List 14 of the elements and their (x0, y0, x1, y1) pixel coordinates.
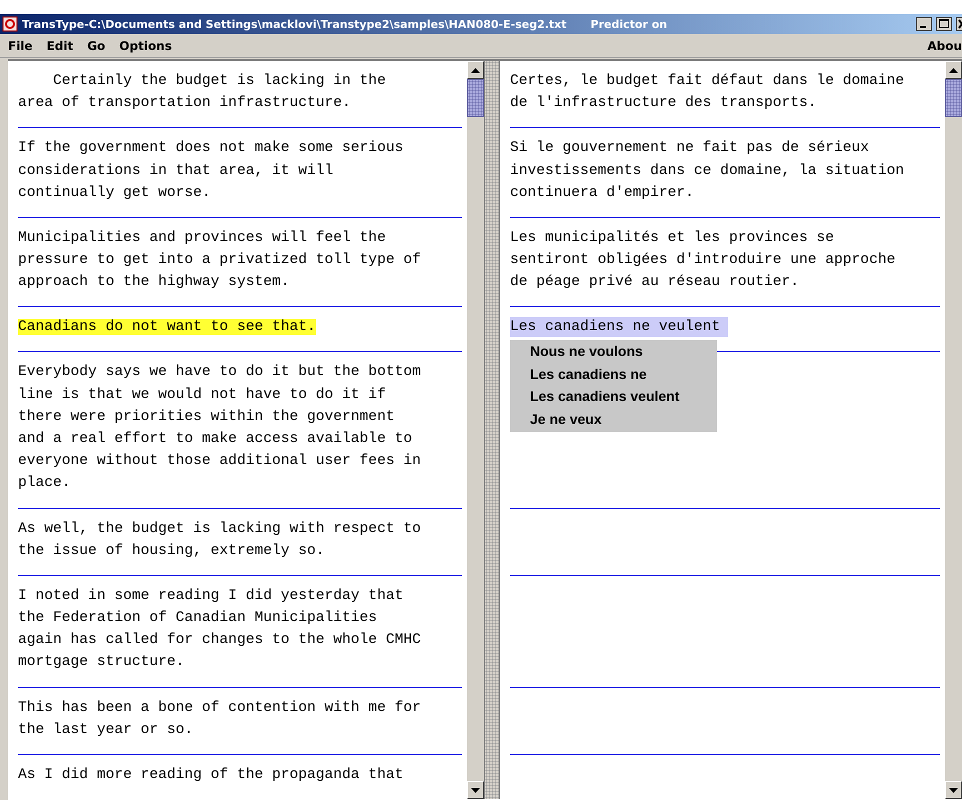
source-text: If the government does not make some serious considerations in that area, it will continually get worse. (18, 140, 404, 201)
source-text: I noted in some reading I did yesterday that the Federation of Canadian Municipalities again has called for changes to the whole CMHC mortgage structure. (18, 588, 422, 670)
source-text: As well, the budget is lacking with respect to the issue of housing, extremely so. (18, 520, 422, 559)
window-title: TransType-C:\Documents and Settings\macklovi\Transtype2\samples\HAN080-E-seg2.txt (22, 18, 567, 30)
source-text: This has been a bone of contention with me for the last year or so. (18, 700, 422, 738)
source-text: Canadians do not want to see that. (18, 319, 316, 336)
predictor-status: Predictor on (590, 18, 668, 30)
source-text: Everybody says we have to do it but the bottom line is that we would not have to do it if there were priorities within the government and a real effort to make access available to everyone without those additional user fees in place. (18, 364, 422, 492)
target-text: Si le gouvernement ne fait pas de sérieux investissements dans ce domaine, la situation continuera d'empirer. (510, 140, 906, 201)
source-text: Certainly the budget is lacking in the area of transportation infrastructure. (18, 73, 387, 112)
source-text: Municipalities and provinces will feel the pressure to get into a privatized toll type of approach to the highway system. (18, 230, 422, 290)
source-text: As I did more reading of the propaganda that (18, 766, 404, 783)
target-text: Certes, le budget fait défaut dans le domaine de l'infrastructure des transports. (510, 73, 906, 112)
target-text: Les municipalités et les provinces se sentiront obligées d'introduire une approche de péage privé au réseau routier. (510, 230, 896, 290)
